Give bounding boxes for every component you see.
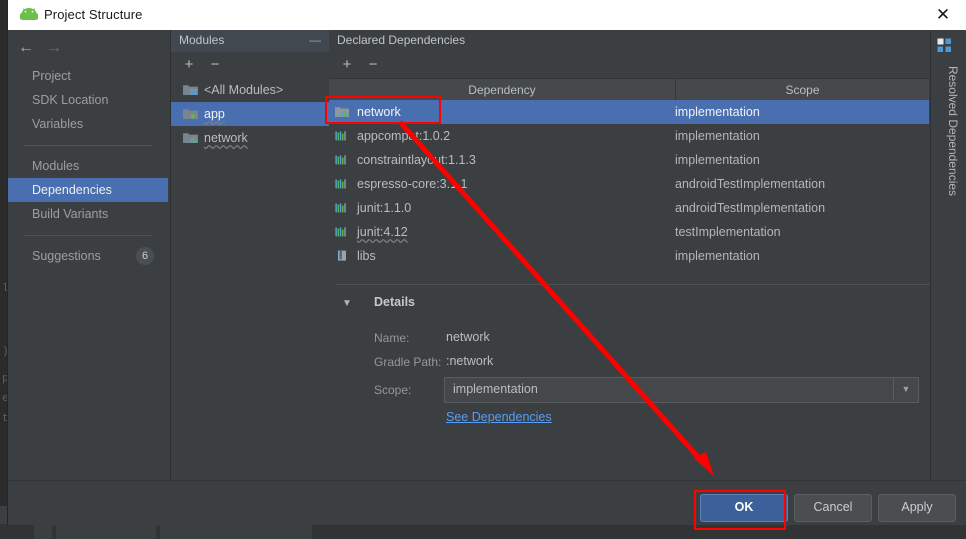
folder-app-icon: [183, 109, 198, 119]
sidebar-item-build-variants[interactable]: Build Variants: [8, 202, 168, 226]
gradle-path-value: :network: [446, 354, 494, 368]
dependencies-list: network implementation appcompat:1.0.2 i…: [329, 100, 929, 268]
dependency-scope: implementation: [675, 153, 760, 167]
dependencies-toolbar: + −: [329, 52, 929, 78]
details-header: Details: [374, 295, 415, 309]
chevron-down-icon[interactable]: ▼: [893, 378, 918, 400]
suggestions-badge: 6: [136, 247, 154, 265]
library-icon: [335, 203, 346, 213]
table-row[interactable]: espresso-core:3.1.1 androidTestImplement…: [329, 172, 929, 196]
library-icon: [335, 179, 346, 189]
name-value: network: [446, 330, 490, 344]
back-arrow-icon[interactable]: ←: [14, 38, 38, 58]
library-icon: [335, 227, 346, 237]
modules-list: <All Modules> app network: [171, 78, 329, 150]
dependency-scope: androidTestImplementation: [675, 201, 826, 215]
table-row[interactable]: appcompat:1.0.2 implementation: [329, 124, 929, 148]
library-icon: [335, 131, 346, 141]
android-robot-icon: [20, 8, 38, 20]
resolved-dependencies-tab-label[interactable]: Resolved Dependencies: [942, 51, 964, 211]
modules-panel: Modules — + − <All Modules> app network: [170, 30, 330, 480]
modules-toolbar: + −: [171, 52, 329, 78]
sidebar-item-modules[interactable]: Modules: [8, 154, 168, 178]
see-dependencies-link[interactable]: See Dependencies: [446, 410, 552, 424]
module-row-app[interactable]: app: [171, 102, 329, 126]
nav-divider-2: [24, 235, 152, 236]
gradle-path-label: Gradle Path:: [374, 355, 442, 369]
scope-select[interactable]: implementation ▼: [444, 377, 919, 403]
add-module-button[interactable]: +: [179, 56, 199, 74]
dependency-scope: implementation: [675, 129, 760, 143]
dependency-scope: implementation: [675, 249, 760, 263]
settings-nav: ← → Project SDK Location Variables Modul…: [8, 30, 168, 480]
sidebar-item-project[interactable]: Project: [8, 64, 168, 88]
add-dependency-button[interactable]: +: [337, 56, 357, 74]
module-label: network: [204, 131, 248, 145]
sidebar-item-dependencies[interactable]: Dependencies: [8, 178, 168, 202]
jar-file-icon: [338, 250, 346, 261]
table-row[interactable]: junit:1.1.0 androidTestImplementation: [329, 196, 929, 220]
modules-panel-title: Modules: [179, 33, 225, 47]
remove-dependency-button[interactable]: −: [363, 56, 383, 74]
sidebar-item-variables[interactable]: Variables: [8, 112, 168, 136]
dependencies-panel-header: Declared Dependencies: [329, 30, 929, 52]
dependency-name: libs: [357, 249, 376, 263]
collapse-details-icon[interactable]: ▼: [342, 298, 352, 309]
minimize-icon[interactable]: —: [309, 33, 321, 47]
module-label: <All Modules>: [204, 83, 284, 97]
table-row[interactable]: constraintlayout:1.1.3 implementation: [329, 148, 929, 172]
library-icon: [335, 155, 346, 165]
nav-divider-1: [24, 145, 152, 146]
cancel-button[interactable]: Cancel: [794, 494, 872, 522]
scope-select-value: implementation: [453, 382, 538, 396]
module-row-all-modules[interactable]: <All Modules>: [171, 78, 329, 102]
column-header-dependency[interactable]: Dependency: [329, 79, 676, 101]
dependency-name: appcompat:1.0.2: [357, 129, 451, 143]
details-section: ▼ Details Name: network Gradle Path: :ne…: [336, 292, 930, 452]
dependency-name: junit:1.1.0: [357, 201, 412, 215]
dependency-scope: androidTestImplementation: [675, 177, 826, 191]
forward-arrow-icon[interactable]: →: [42, 38, 66, 58]
dialog-footer: OK Cancel Apply: [8, 480, 966, 525]
dialog-title: Project Structure: [44, 7, 143, 22]
close-icon[interactable]: ✕: [930, 5, 956, 25]
folder-modules-icon: [183, 85, 198, 95]
sidebar-item-sdk-location[interactable]: SDK Location: [8, 88, 168, 112]
table-row[interactable]: junit:4.12 testImplementation: [329, 220, 929, 244]
resolved-dependencies-tab[interactable]: Resolved Dependencies: [930, 30, 960, 480]
dependency-name: constraintlayout:1.1.3: [357, 153, 476, 167]
project-structure-dialog: Project Structure ✕ ← → Project SDK Loca…: [8, 0, 966, 525]
nav-list: Project SDK Location Variables Modules D…: [8, 64, 168, 268]
ok-button[interactable]: OK: [700, 494, 788, 522]
dependency-name: espresso-core:3.1.1: [357, 177, 468, 191]
details-splitter[interactable]: [336, 284, 936, 285]
apply-button[interactable]: Apply: [878, 494, 956, 522]
dependency-scope: testImplementation: [675, 225, 781, 239]
dialog-title-bar: Project Structure ✕: [8, 0, 966, 30]
column-header-scope[interactable]: Scope: [676, 79, 929, 101]
name-label: Name:: [374, 331, 410, 345]
dependency-scope: implementation: [675, 105, 760, 119]
dependencies-column-headers: Dependency Scope: [329, 78, 929, 102]
dependency-name: network: [357, 105, 401, 119]
scope-label: Scope:: [374, 383, 412, 397]
dependency-name: junit:4.12: [357, 225, 408, 239]
table-row[interactable]: network implementation: [329, 100, 929, 124]
folder-library-icon: [183, 133, 198, 143]
module-label: app: [204, 107, 225, 121]
modules-panel-header: Modules —: [171, 30, 329, 52]
remove-module-button[interactable]: −: [205, 56, 225, 74]
module-row-network[interactable]: network: [171, 126, 329, 150]
nav-buttons: ← →: [8, 34, 168, 62]
table-row[interactable]: libs implementation: [329, 244, 929, 268]
module-lib-icon: [335, 107, 349, 117]
dependencies-panel-title: Declared Dependencies: [337, 33, 466, 47]
